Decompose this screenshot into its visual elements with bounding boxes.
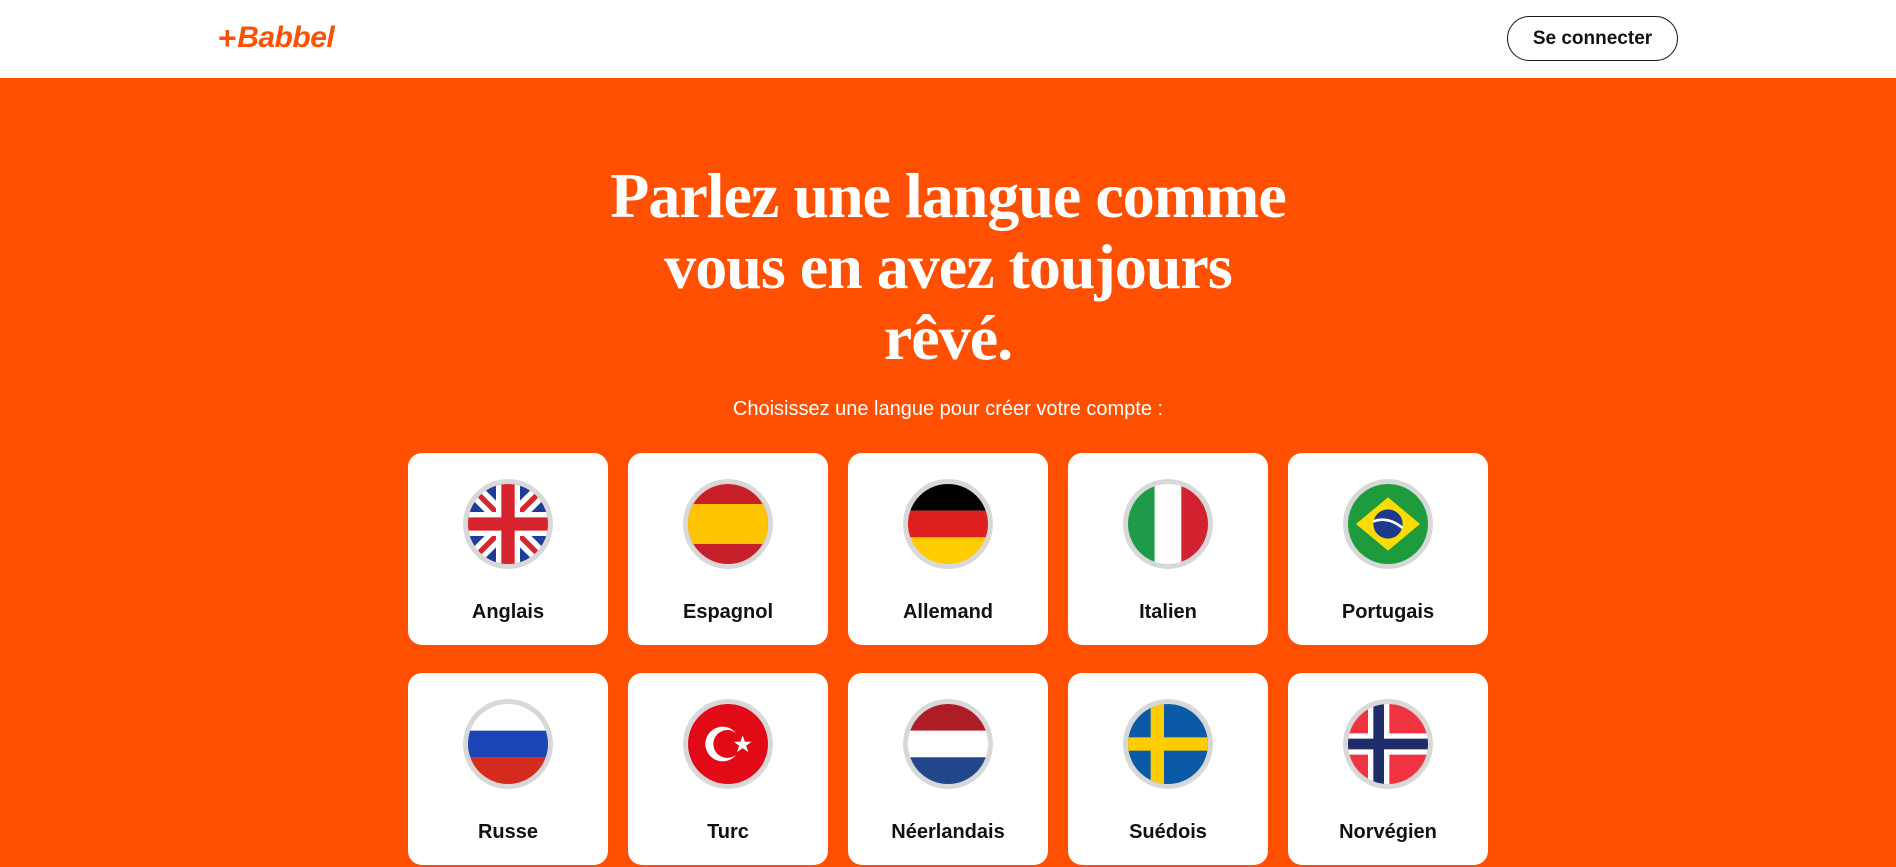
babbel-logo[interactable]: + Babbel <box>218 18 335 58</box>
language-label: Norvégien <box>1339 821 1437 843</box>
logo-text: Babbel <box>237 21 335 54</box>
language-card-allemand[interactable]: Allemand <box>848 453 1048 645</box>
language-card-italien[interactable]: Italien <box>1068 453 1268 645</box>
germany-flag-icon <box>903 479 993 569</box>
language-label: Italien <box>1139 601 1197 623</box>
brazil-flag-icon <box>1343 479 1433 569</box>
headline-line-3: rêvé. <box>883 302 1013 373</box>
netherlands-flag-icon <box>903 699 993 789</box>
top-navbar: + Babbel Se connecter <box>0 0 1896 78</box>
language-label: Anglais <box>471 601 545 623</box>
page-title: Parlez une langue comme vous en avez tou… <box>548 160 1348 373</box>
language-card-anglais[interactable]: Anglais <box>408 453 608 645</box>
norway-flag-icon <box>1343 699 1433 789</box>
language-card-russe[interactable]: Russe <box>408 673 608 865</box>
language-card-norvegien[interactable]: Norvégien <box>1288 673 1488 865</box>
language-label: Portugais <box>1341 601 1435 623</box>
language-prompt: Choisissez une langue pour créer votre c… <box>732 398 1164 420</box>
hero-section: Parlez une langue comme vous en avez tou… <box>0 78 1896 867</box>
language-label: Néerlandais <box>891 821 1005 843</box>
sweden-flag-icon <box>1123 699 1213 789</box>
spain-flag-icon <box>683 479 773 569</box>
headline-line-1: Parlez une langue comme <box>610 160 1286 231</box>
language-card-turc[interactable]: Turc <box>628 673 828 865</box>
language-card-neerlandais[interactable]: Néerlandais <box>848 673 1048 865</box>
language-card-espagnol[interactable]: Espagnol <box>628 453 828 645</box>
language-label: Allemand <box>902 601 994 623</box>
login-button[interactable]: Se connecter <box>1507 16 1678 61</box>
italy-flag-icon <box>1123 479 1213 569</box>
language-label: Russe <box>477 821 539 843</box>
headline-line-2: vous en avez toujours <box>664 231 1232 302</box>
russia-flag-icon <box>463 699 553 789</box>
language-label: Suédois <box>1129 821 1207 843</box>
language-card-suedois[interactable]: Suédois <box>1068 673 1268 865</box>
language-card-portugais[interactable]: Portugais <box>1288 453 1488 645</box>
turkey-flag-icon <box>683 699 773 789</box>
language-label: Espagnol <box>682 601 773 623</box>
language-label: Turc <box>707 821 749 843</box>
uk-flag-icon <box>463 479 553 569</box>
logo-plus-icon: + <box>218 19 237 56</box>
